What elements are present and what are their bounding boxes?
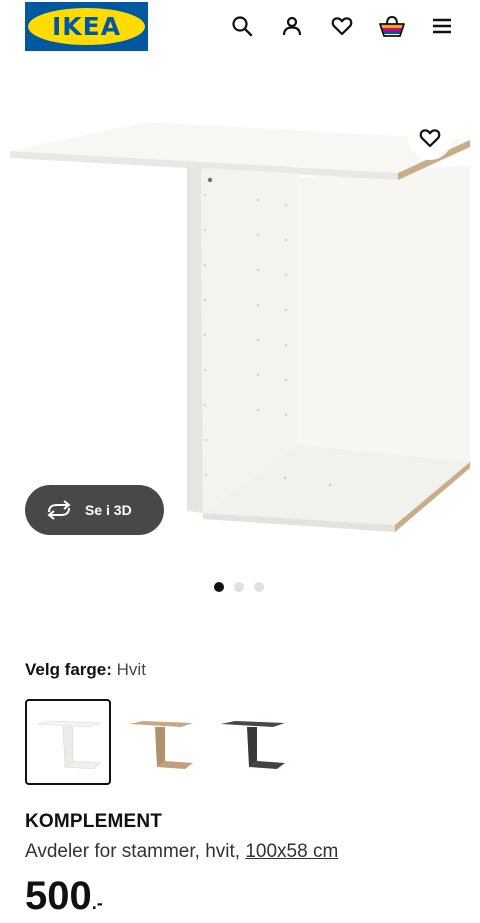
rotate-3d-icon <box>45 500 73 520</box>
heart-icon[interactable] <box>328 12 356 40</box>
swatch-white[interactable] <box>25 699 111 785</box>
swatch-oak[interactable] <box>117 699 203 785</box>
product-name: KOMPLEMENT <box>25 811 163 832</box>
menu-icon[interactable] <box>428 12 456 40</box>
product-description-text: Avdeler for stammer, hvit, <box>25 841 246 862</box>
color-value: Hvit <box>116 660 146 679</box>
view-in-3d-button[interactable]: Se i 3D <box>25 485 164 535</box>
color-selection-label: Velg farge: Hvit <box>25 660 146 680</box>
price-suffix: .- <box>91 893 103 913</box>
product-dimension-link[interactable]: 100x58 cm <box>245 841 338 862</box>
search-icon[interactable] <box>228 12 256 40</box>
carousel-dot-2[interactable] <box>234 582 244 592</box>
carousel-dot-1[interactable] <box>214 582 224 592</box>
swatch-dark-grey[interactable] <box>209 699 295 785</box>
price-main: 500 <box>25 874 92 918</box>
logo-ellipse: IKEA <box>28 8 145 45</box>
view-in-3d-label: Se i 3D <box>85 502 132 518</box>
color-label: Velg farge: <box>25 660 112 679</box>
product-price: 500 .- <box>25 874 103 919</box>
carousel-indicator <box>214 582 264 592</box>
add-to-favourites-button[interactable] <box>408 116 452 160</box>
site-header: IKEA <box>0 0 480 56</box>
ikea-logo[interactable]: IKEA <box>25 2 148 51</box>
logo-text: IKEA <box>51 12 122 41</box>
heart-icon <box>419 129 441 148</box>
user-icon[interactable] <box>278 12 306 40</box>
product-description: Avdeler for stammer, hvit, 100x58 cm <box>25 841 338 863</box>
basket-icon[interactable] <box>378 12 406 40</box>
color-swatches <box>25 699 295 785</box>
carousel-dot-3[interactable] <box>254 582 264 592</box>
